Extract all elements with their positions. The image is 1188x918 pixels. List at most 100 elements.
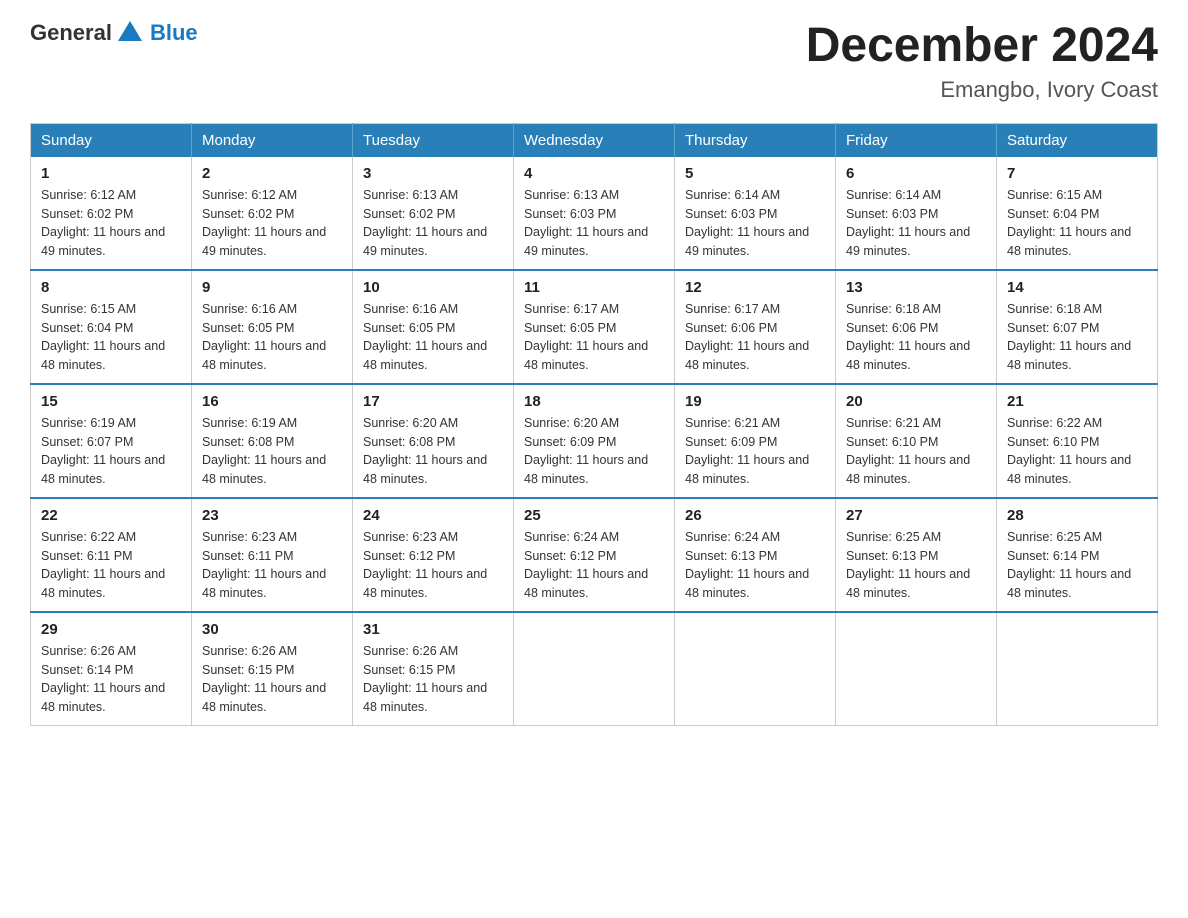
- calendar-cell: 13 Sunrise: 6:18 AMSunset: 6:06 PMDaylig…: [836, 270, 997, 384]
- day-info: Sunrise: 6:22 AMSunset: 6:10 PMDaylight:…: [1007, 416, 1131, 486]
- day-number: 20: [846, 393, 986, 410]
- day-info: Sunrise: 6:20 AMSunset: 6:09 PMDaylight:…: [524, 416, 648, 486]
- day-number: 2: [202, 165, 342, 182]
- day-number: 23: [202, 507, 342, 524]
- calendar-week-row: 15 Sunrise: 6:19 AMSunset: 6:07 PMDaylig…: [31, 384, 1158, 498]
- day-info: Sunrise: 6:13 AMSunset: 6:02 PMDaylight:…: [363, 188, 487, 258]
- day-info: Sunrise: 6:14 AMSunset: 6:03 PMDaylight:…: [685, 188, 809, 258]
- day-info: Sunrise: 6:23 AMSunset: 6:11 PMDaylight:…: [202, 530, 326, 600]
- calendar-cell: [514, 612, 675, 726]
- logo-text-blue: Blue: [150, 20, 198, 46]
- day-number: 5: [685, 165, 825, 182]
- day-info: Sunrise: 6:25 AMSunset: 6:14 PMDaylight:…: [1007, 530, 1131, 600]
- day-number: 18: [524, 393, 664, 410]
- calendar-cell: 9 Sunrise: 6:16 AMSunset: 6:05 PMDayligh…: [192, 270, 353, 384]
- day-number: 1: [41, 165, 181, 182]
- day-number: 8: [41, 279, 181, 296]
- calendar-day-header: Saturday: [997, 123, 1158, 157]
- day-number: 3: [363, 165, 503, 182]
- calendar-cell: [997, 612, 1158, 726]
- day-info: Sunrise: 6:15 AMSunset: 6:04 PMDaylight:…: [41, 302, 165, 372]
- logo-triangle-icon: [118, 21, 142, 41]
- day-number: 17: [363, 393, 503, 410]
- day-info: Sunrise: 6:14 AMSunset: 6:03 PMDaylight:…: [846, 188, 970, 258]
- calendar-day-header: Thursday: [675, 123, 836, 157]
- calendar-day-header: Tuesday: [353, 123, 514, 157]
- day-number: 31: [363, 621, 503, 638]
- day-number: 7: [1007, 165, 1147, 182]
- calendar-cell: 21 Sunrise: 6:22 AMSunset: 6:10 PMDaylig…: [997, 384, 1158, 498]
- day-info: Sunrise: 6:18 AMSunset: 6:07 PMDaylight:…: [1007, 302, 1131, 372]
- calendar-cell: 3 Sunrise: 6:13 AMSunset: 6:02 PMDayligh…: [353, 157, 514, 270]
- calendar-cell: 8 Sunrise: 6:15 AMSunset: 6:04 PMDayligh…: [31, 270, 192, 384]
- calendar-header-row: SundayMondayTuesdayWednesdayThursdayFrid…: [31, 123, 1158, 157]
- day-number: 16: [202, 393, 342, 410]
- calendar-cell: 25 Sunrise: 6:24 AMSunset: 6:12 PMDaylig…: [514, 498, 675, 612]
- calendar-cell: 7 Sunrise: 6:15 AMSunset: 6:04 PMDayligh…: [997, 157, 1158, 270]
- day-info: Sunrise: 6:19 AMSunset: 6:08 PMDaylight:…: [202, 416, 326, 486]
- day-number: 10: [363, 279, 503, 296]
- day-number: 9: [202, 279, 342, 296]
- day-info: Sunrise: 6:26 AMSunset: 6:14 PMDaylight:…: [41, 644, 165, 714]
- calendar-cell: 20 Sunrise: 6:21 AMSunset: 6:10 PMDaylig…: [836, 384, 997, 498]
- calendar-cell: 23 Sunrise: 6:23 AMSunset: 6:11 PMDaylig…: [192, 498, 353, 612]
- day-info: Sunrise: 6:24 AMSunset: 6:12 PMDaylight:…: [524, 530, 648, 600]
- calendar-table: SundayMondayTuesdayWednesdayThursdayFrid…: [30, 123, 1158, 726]
- calendar-cell: 24 Sunrise: 6:23 AMSunset: 6:12 PMDaylig…: [353, 498, 514, 612]
- day-number: 14: [1007, 279, 1147, 296]
- day-info: Sunrise: 6:13 AMSunset: 6:03 PMDaylight:…: [524, 188, 648, 258]
- day-number: 6: [846, 165, 986, 182]
- location: Emangbo, Ivory Coast: [806, 77, 1158, 103]
- calendar-cell: 2 Sunrise: 6:12 AMSunset: 6:02 PMDayligh…: [192, 157, 353, 270]
- calendar-cell: 12 Sunrise: 6:17 AMSunset: 6:06 PMDaylig…: [675, 270, 836, 384]
- calendar-week-row: 8 Sunrise: 6:15 AMSunset: 6:04 PMDayligh…: [31, 270, 1158, 384]
- day-info: Sunrise: 6:22 AMSunset: 6:11 PMDaylight:…: [41, 530, 165, 600]
- calendar-cell: 14 Sunrise: 6:18 AMSunset: 6:07 PMDaylig…: [997, 270, 1158, 384]
- calendar-cell: 10 Sunrise: 6:16 AMSunset: 6:05 PMDaylig…: [353, 270, 514, 384]
- calendar-day-header: Friday: [836, 123, 997, 157]
- day-info: Sunrise: 6:21 AMSunset: 6:09 PMDaylight:…: [685, 416, 809, 486]
- calendar-cell: 15 Sunrise: 6:19 AMSunset: 6:07 PMDaylig…: [31, 384, 192, 498]
- day-number: 25: [524, 507, 664, 524]
- logo: General Blue: [30, 20, 198, 46]
- title-section: December 2024 Emangbo, Ivory Coast: [806, 20, 1158, 103]
- page-header: General Blue December 2024 Emangbo, Ivor…: [30, 20, 1158, 103]
- logo-text-general: General: [30, 20, 112, 46]
- calendar-cell: 19 Sunrise: 6:21 AMSunset: 6:09 PMDaylig…: [675, 384, 836, 498]
- calendar-cell: [836, 612, 997, 726]
- day-info: Sunrise: 6:16 AMSunset: 6:05 PMDaylight:…: [363, 302, 487, 372]
- day-info: Sunrise: 6:24 AMSunset: 6:13 PMDaylight:…: [685, 530, 809, 600]
- calendar-cell: 26 Sunrise: 6:24 AMSunset: 6:13 PMDaylig…: [675, 498, 836, 612]
- calendar-cell: 11 Sunrise: 6:17 AMSunset: 6:05 PMDaylig…: [514, 270, 675, 384]
- day-info: Sunrise: 6:23 AMSunset: 6:12 PMDaylight:…: [363, 530, 487, 600]
- calendar-cell: 4 Sunrise: 6:13 AMSunset: 6:03 PMDayligh…: [514, 157, 675, 270]
- day-info: Sunrise: 6:19 AMSunset: 6:07 PMDaylight:…: [41, 416, 165, 486]
- day-number: 13: [846, 279, 986, 296]
- day-number: 11: [524, 279, 664, 296]
- calendar-cell: 29 Sunrise: 6:26 AMSunset: 6:14 PMDaylig…: [31, 612, 192, 726]
- calendar-cell: 18 Sunrise: 6:20 AMSunset: 6:09 PMDaylig…: [514, 384, 675, 498]
- day-number: 28: [1007, 507, 1147, 524]
- day-info: Sunrise: 6:12 AMSunset: 6:02 PMDaylight:…: [202, 188, 326, 258]
- day-info: Sunrise: 6:21 AMSunset: 6:10 PMDaylight:…: [846, 416, 970, 486]
- day-info: Sunrise: 6:25 AMSunset: 6:13 PMDaylight:…: [846, 530, 970, 600]
- day-info: Sunrise: 6:18 AMSunset: 6:06 PMDaylight:…: [846, 302, 970, 372]
- calendar-cell: 16 Sunrise: 6:19 AMSunset: 6:08 PMDaylig…: [192, 384, 353, 498]
- day-info: Sunrise: 6:26 AMSunset: 6:15 PMDaylight:…: [202, 644, 326, 714]
- day-info: Sunrise: 6:16 AMSunset: 6:05 PMDaylight:…: [202, 302, 326, 372]
- day-number: 15: [41, 393, 181, 410]
- day-number: 4: [524, 165, 664, 182]
- calendar-week-row: 22 Sunrise: 6:22 AMSunset: 6:11 PMDaylig…: [31, 498, 1158, 612]
- calendar-cell: 5 Sunrise: 6:14 AMSunset: 6:03 PMDayligh…: [675, 157, 836, 270]
- calendar-day-header: Monday: [192, 123, 353, 157]
- calendar-cell: 28 Sunrise: 6:25 AMSunset: 6:14 PMDaylig…: [997, 498, 1158, 612]
- day-number: 19: [685, 393, 825, 410]
- day-number: 21: [1007, 393, 1147, 410]
- day-number: 26: [685, 507, 825, 524]
- day-number: 27: [846, 507, 986, 524]
- day-info: Sunrise: 6:12 AMSunset: 6:02 PMDaylight:…: [41, 188, 165, 258]
- calendar-week-row: 1 Sunrise: 6:12 AMSunset: 6:02 PMDayligh…: [31, 157, 1158, 270]
- day-number: 12: [685, 279, 825, 296]
- calendar-cell: 27 Sunrise: 6:25 AMSunset: 6:13 PMDaylig…: [836, 498, 997, 612]
- calendar-week-row: 29 Sunrise: 6:26 AMSunset: 6:14 PMDaylig…: [31, 612, 1158, 726]
